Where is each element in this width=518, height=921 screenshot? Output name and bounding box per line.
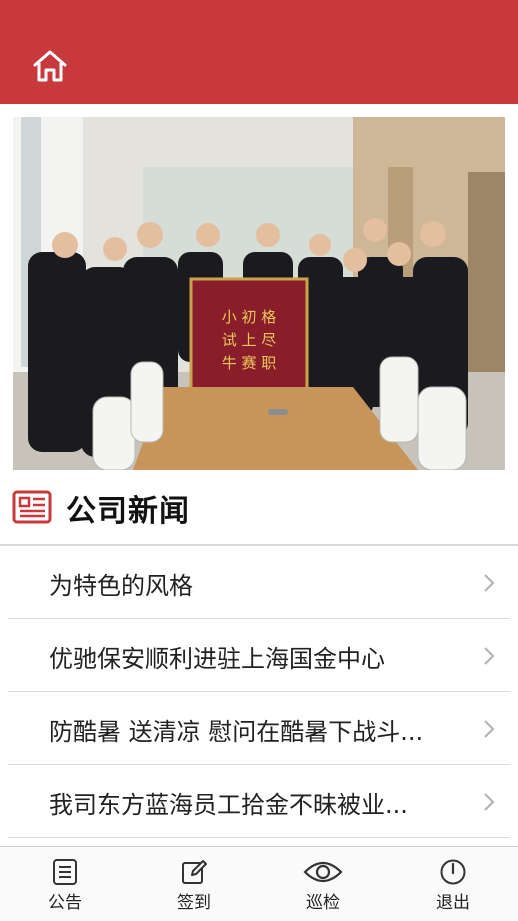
tab-patrol[interactable]: 巡检 bbox=[273, 847, 373, 921]
hero-photo: 小 初 格 试 上 尽 牛 赛 职 bbox=[13, 117, 505, 470]
eye-patrol-icon bbox=[303, 861, 343, 883]
home-button[interactable] bbox=[30, 46, 70, 86]
top-bar bbox=[0, 0, 518, 104]
svg-text:小 初 格: 小 初 格 bbox=[222, 308, 277, 326]
svg-text:牛 赛 职: 牛 赛 职 bbox=[222, 354, 277, 372]
home-icon bbox=[33, 50, 67, 82]
tab-label: 巡检 bbox=[306, 893, 340, 913]
news-title: 我司东方蓝海员工拾金不昧被业... bbox=[49, 791, 408, 819]
svg-text:试 上 尽: 试 上 尽 bbox=[222, 331, 277, 349]
tab-label: 公告 bbox=[48, 893, 82, 913]
news-list: 为特色的风格 优驰保安顺利进驻上海国金中心 防酷暑 送清凉 慰问在酷暑下战斗..… bbox=[0, 546, 518, 838]
chevron-right-icon bbox=[484, 574, 495, 592]
power-exit-icon bbox=[440, 859, 466, 885]
edit-signin-icon bbox=[182, 860, 207, 884]
news-title: 优驰保安顺利进驻上海国金中心 bbox=[49, 645, 385, 673]
tab-notice[interactable]: 公告 bbox=[15, 847, 115, 921]
tab-label: 退出 bbox=[436, 893, 470, 913]
section-title: 公司新闻 bbox=[66, 494, 190, 529]
notice-list-icon bbox=[53, 859, 77, 885]
news-item[interactable]: 优驰保安顺利进驻上海国金中心 bbox=[8, 619, 510, 692]
chevron-right-icon bbox=[484, 793, 495, 811]
tab-exit[interactable]: 退出 bbox=[403, 847, 503, 921]
news-item[interactable]: 防酷暑 送清凉 慰问在酷暑下战斗... bbox=[8, 692, 510, 765]
newspaper-icon bbox=[12, 490, 52, 524]
company-news-header: 公司新闻 bbox=[0, 472, 518, 546]
news-title: 为特色的风格 bbox=[49, 572, 193, 600]
bottom-tab-bar: 公告 签到 巡检 退出 bbox=[0, 846, 518, 921]
chevron-right-icon bbox=[484, 720, 495, 738]
tab-label: 签到 bbox=[177, 893, 211, 913]
tab-signin[interactable]: 签到 bbox=[144, 847, 244, 921]
team-banner-photo: 小 初 格 试 上 尽 牛 赛 职 bbox=[13, 117, 505, 470]
news-item[interactable]: 为特色的风格 bbox=[8, 546, 510, 619]
chevron-right-icon bbox=[484, 647, 495, 665]
news-item[interactable]: 我司东方蓝海员工拾金不昧被业... bbox=[8, 765, 510, 838]
news-title: 防酷暑 送清凉 慰问在酷暑下战斗... bbox=[49, 718, 424, 746]
